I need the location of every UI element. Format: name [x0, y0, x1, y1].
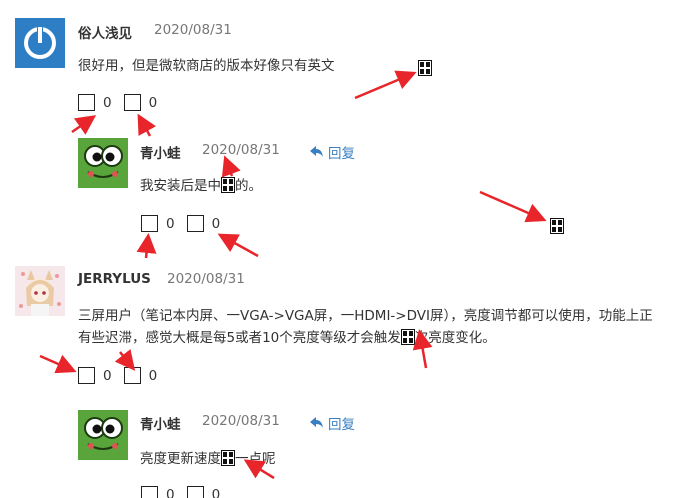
reply-arrow-icon — [310, 417, 323, 428]
vote-bar: 0 0 — [141, 486, 232, 498]
annotation-arrow — [137, 113, 157, 137]
comment-text-part: 次亮度变化。 — [414, 330, 496, 346]
annotation-arrow — [217, 233, 259, 258]
comment-text-part: 一点呢 — [235, 451, 276, 467]
upvote-button[interactable] — [141, 215, 158, 232]
avatar — [78, 410, 128, 460]
missing-glyph-icon — [550, 216, 564, 235]
missing-glyph-icon — [400, 329, 415, 345]
annotation-arrow — [479, 190, 547, 223]
missing-glyph-icon — [221, 177, 235, 193]
reply-label: 回复 — [328, 417, 355, 433]
reply-arrow-icon — [310, 146, 323, 157]
annotation-arrow — [39, 354, 77, 374]
comment-text-part: 三屏用户（笔记本内屏、一VGA->VGA屏，一HDMI->DVI屏），亮度调节都… — [78, 308, 640, 324]
upvote-count: 0 — [103, 367, 112, 384]
frog-avatar — [78, 410, 128, 460]
comment-text: 我安装后是中 的。 — [140, 175, 262, 197]
comment-date: 2020/08/31 — [202, 142, 280, 158]
power-icon — [24, 26, 56, 59]
downvote-count: 0 — [148, 94, 158, 111]
comment-text-line: 有些迟滞，感觉大概是每5或者10个亮度等级才会触发 次亮度变化。 — [78, 327, 653, 349]
comment-date: 2020/08/31 — [154, 22, 232, 38]
author-name[interactable]: 青小蛙 — [140, 142, 181, 162]
downvote-button[interactable] — [123, 367, 141, 384]
avatar — [15, 18, 65, 68]
missing-glyph-icon — [418, 58, 432, 77]
comment-text-line: 三屏用户（笔记本内屏、一VGA->VGA屏，一HDMI->DVI屏），亮度调节都… — [78, 305, 653, 327]
author-name[interactable]: 青小蛙 — [140, 413, 181, 433]
annotation-arrow — [71, 115, 97, 135]
vote-bar: 0 0 — [141, 215, 232, 232]
comment-text-part: 的。 — [235, 178, 262, 194]
downvote-count: 0 — [211, 486, 221, 498]
comment-date: 2020/08/31 — [202, 413, 280, 429]
anime-girl-avatar — [15, 266, 65, 316]
comment-text: 亮度更新速度 一点呢 — [140, 448, 276, 470]
frog-avatar — [78, 138, 128, 188]
comment-text-part: 我安装后是中 — [140, 178, 221, 194]
upvote-button[interactable] — [78, 94, 95, 111]
reply-button[interactable]: 回复 — [310, 413, 355, 433]
comment-text: 三屏用户（笔记本内屏、一VGA->VGA屏，一HDMI->DVI屏），亮度调节都… — [78, 305, 653, 349]
upvote-button[interactable] — [78, 367, 95, 384]
downvote-button[interactable] — [123, 94, 141, 111]
annotation-arrow — [354, 70, 417, 100]
missing-glyph-icon — [221, 450, 235, 466]
downvote-count: 0 — [148, 367, 158, 384]
annotation-arrow — [114, 349, 136, 371]
comment-date: 2020/08/31 — [167, 271, 245, 287]
comment-text-part: 亮度更新速度 — [140, 451, 221, 467]
avatar — [15, 266, 65, 316]
downvote-button[interactable] — [186, 486, 204, 498]
author-name[interactable]: JERRYLUS — [78, 271, 151, 287]
comment-text: 很好用，但是微软商店的版本好像只有英文 — [78, 55, 335, 77]
downvote-button[interactable] — [186, 215, 204, 232]
upvote-count: 0 — [166, 486, 175, 498]
comment-text-body: 很好用，但是微软商店的版本好像只有英文 — [78, 58, 335, 74]
author-name[interactable]: 俗人浅见 — [78, 22, 132, 42]
upvote-count: 0 — [103, 94, 112, 111]
reply-button[interactable]: 回复 — [310, 142, 355, 162]
vote-bar: 0 0 — [78, 94, 169, 111]
upvote-button[interactable] — [141, 486, 158, 498]
reply-label: 回复 — [328, 146, 355, 162]
vote-bar: 0 0 — [78, 367, 169, 384]
upvote-count: 0 — [166, 215, 175, 232]
avatar — [78, 138, 128, 188]
annotation-arrow — [221, 155, 241, 178]
annotation-arrow — [136, 233, 157, 259]
downvote-count: 0 — [211, 215, 221, 232]
comment-text-part: 正 — [639, 308, 653, 324]
comment-text-part: 有些迟滞，感觉大概是每5或者10个亮度等级才会触发 — [78, 330, 401, 346]
